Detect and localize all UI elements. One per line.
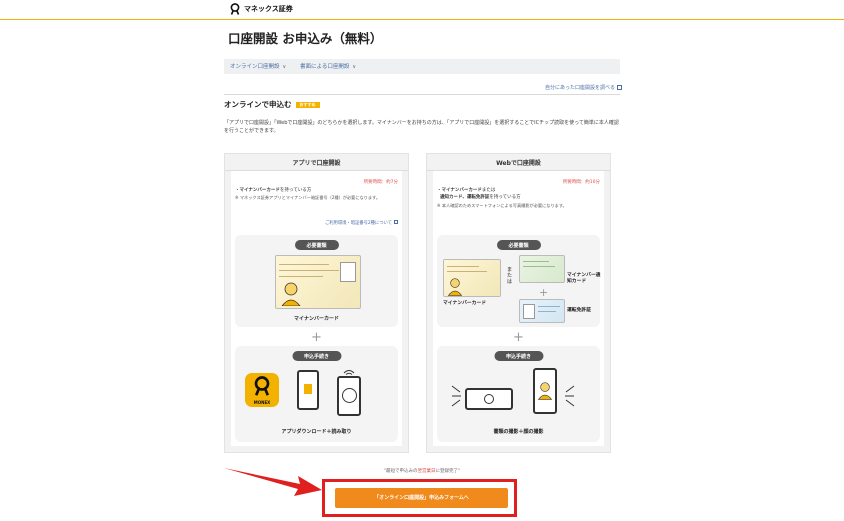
app-detail-link[interactable]: ご利用環境・暗証番号2種について — [325, 220, 398, 226]
subnav-paper[interactable]: 書面による口座開設 ∨ — [300, 62, 356, 70]
web-docs-panel: 必要書類 マイナンバーカード または マイナンバー通知カード + 運転免許証 — [437, 235, 600, 327]
steps-pill: 申込手続き — [493, 351, 544, 361]
cta-note-prefix: "最短で申込みの — [383, 469, 418, 474]
monex-logo-icon — [254, 376, 270, 396]
mynumber-card-image — [275, 255, 361, 309]
cta-note: "最短で申込みの翌営業日に登録完了" — [0, 468, 844, 474]
monex-logo-icon — [230, 3, 240, 15]
web-condition-line1: ・マイナンバーカードまたは — [437, 187, 495, 194]
web-condition-bold-2: 通知カード、運転免許証 — [440, 195, 490, 200]
plus-icon: + — [513, 330, 524, 345]
web-condition-suffix-1: または — [481, 188, 496, 193]
app-condition-bold: マイナンバーカード — [239, 188, 280, 193]
mynumber-card-image — [443, 259, 501, 297]
web-condition-bold-1: マイナンバーカード — [441, 188, 482, 193]
nfc-signal-icon — [343, 370, 355, 375]
app-steps-panel: 申込手続き MONEX アプリダウンロード＋読み取り — [235, 346, 398, 442]
chevron-down-icon: ∨ — [282, 64, 287, 70]
external-link-icon — [617, 85, 622, 90]
flash-lines-icon — [565, 385, 575, 407]
web-steps-caption: 書類の撮影＋顔の撮影 — [493, 429, 544, 435]
site-header: マネックス証券 — [0, 0, 844, 20]
smartphone-reading-icon — [337, 376, 361, 416]
app-open-card: アプリで口座開設 所要時間：約7分 ・マイナンバーカードを持っている方 ※ マネ… — [224, 153, 409, 453]
required-docs-pill: 必要書類 — [294, 240, 339, 250]
app-card-body: 所要時間：約7分 ・マイナンバーカードを持っている方 ※ マネックス証券アプリと… — [231, 171, 402, 446]
required-docs-pill: 必要書類 — [496, 240, 541, 250]
flash-lines-icon — [451, 385, 461, 407]
app-detail-link-label: ご利用環境・暗証番号2種について — [324, 221, 392, 226]
plus-icon: + — [539, 286, 549, 299]
compare-account-link[interactable]: 自分にあった口座開設を調べる — [545, 84, 622, 91]
web-condition-suffix-2: を持っている方 — [489, 195, 521, 200]
intro-text: 「アプリで口座開設」「Webで口座開設」のどちらかを選択します。マイナンバーをお… — [224, 120, 619, 134]
person-icon — [537, 382, 553, 400]
page-title: 口座開設 お申込み（無料） — [228, 31, 383, 46]
cta-note-highlight: 翌営業日 — [417, 469, 436, 474]
smartphone-icon — [297, 370, 319, 410]
app-docs-panel: 必要書類 マイナンバーカード — [235, 235, 398, 327]
or-label: または — [507, 267, 513, 285]
divider — [224, 94, 620, 95]
monex-logo[interactable]: マネックス証券 — [229, 3, 293, 15]
app-time-required: 所要時間：約7分 — [363, 180, 398, 185]
app-condition: ・マイナンバーカードを持っている方 — [235, 187, 311, 194]
web-time-required: 所要時間：約10分 — [562, 180, 600, 185]
cta-note-suffix: に登録完了" — [435, 469, 461, 474]
web-note: ※ 本人確認のためスマートフォンによる写真撮影が必要になります。 — [437, 203, 567, 208]
subnav-online[interactable]: オンライン口座開設 ∨ — [230, 62, 286, 70]
person-icon — [281, 282, 301, 306]
web-card-title: Webで口座開設 — [496, 160, 541, 167]
app-steps-caption: アプリダウンロード＋読み取り — [281, 429, 352, 435]
person-icon — [447, 278, 463, 296]
online-application-button[interactable]: 「オンライン口座開設」申込みフォームへ — [335, 488, 508, 508]
compare-link-label: 自分にあった口座開設を調べる — [544, 85, 615, 91]
recommended-badge: おすすめ — [295, 101, 320, 108]
web-card-body: 所要時間：約10分 ・マイナンバーカードまたは 通知カード、運転免許証を持ってい… — [433, 171, 604, 446]
subnav-online-label: オンライン口座開設 — [230, 64, 280, 70]
drivers-license-image — [519, 299, 565, 323]
selfie-phone-icon — [533, 368, 557, 414]
logo-text: マネックス証券 — [244, 5, 293, 13]
account-open-subnav: オンライン口座開設 ∨ 書面による口座開設 ∨ — [224, 59, 620, 74]
camera-phone-icon — [465, 388, 513, 410]
subnav-paper-label: 書面による口座開設 — [300, 64, 350, 70]
app-note: ※ マネックス証券アプリとマイナンバー暗証番号（2種）が必要になります。 — [235, 195, 381, 200]
chevron-down-icon: ∨ — [352, 64, 357, 70]
web-license-caption: 運転免許証 — [567, 308, 591, 313]
monex-label: MONEX — [253, 400, 271, 405]
plus-icon: + — [311, 330, 322, 345]
steps-pill: 申込手続き — [291, 351, 342, 361]
online-section-heading: オンラインで申込む おすすめ — [224, 99, 320, 110]
web-notification-caption: マイナンバー通知カード — [567, 273, 601, 284]
monex-app-icon: MONEX — [245, 373, 279, 407]
web-condition-line2: 通知カード、運転免許証を持っている方 — [440, 194, 521, 201]
red-arrow-icon — [224, 468, 322, 496]
mynumber-card-caption: マイナンバーカード — [294, 316, 339, 322]
section-heading-text: オンラインで申込む — [224, 100, 292, 109]
app-condition-suffix: を持っている方 — [279, 188, 312, 193]
app-card-title: アプリで口座開設 — [292, 160, 341, 167]
web-steps-panel: 申込手続き 書類の撮影＋顔の撮影 — [437, 346, 600, 442]
web-mynumber-caption: マイナンバーカード — [443, 301, 487, 306]
external-link-icon — [394, 220, 398, 224]
notification-card-image — [519, 255, 565, 283]
web-open-card: Webで口座開設 所要時間：約10分 ・マイナンバーカードまたは 通知カード、運… — [426, 153, 611, 453]
